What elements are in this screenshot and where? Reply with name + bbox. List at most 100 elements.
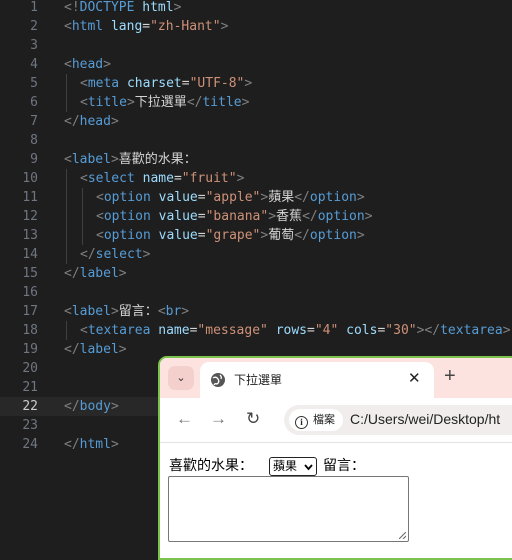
tab-active[interactable]: 下拉選單 ✕ (200, 362, 434, 398)
globe-icon (211, 373, 225, 387)
indent-guide (66, 321, 67, 340)
code-token: charset (126, 76, 182, 91)
code-token: < (80, 323, 88, 338)
code-text: <!DOCTYPE html> (64, 0, 181, 17)
code-line[interactable]: 6 <title>下拉選單</title> (0, 93, 512, 112)
reload-icon[interactable]: ↻ (246, 409, 260, 429)
code-token: > (110, 152, 119, 167)
url-text[interactable]: C:/Users/wei/Desktop/ht (350, 411, 500, 427)
code-token: option (103, 209, 151, 224)
code-token: name (142, 171, 174, 186)
code-token: html (79, 437, 111, 452)
line-number: 24 (22, 437, 38, 452)
code-line[interactable]: 5 <meta charset="UTF-8"> (0, 74, 512, 93)
indent-guide (66, 245, 67, 264)
code-line[interactable]: 9 <label>喜歡的水果： (0, 150, 512, 169)
resize-handle-icon[interactable] (399, 532, 406, 539)
code-token: "zh-Hant" (150, 19, 221, 34)
code-token: 留言： (118, 304, 158, 319)
line-number: 11 (22, 190, 38, 205)
code-token: < (64, 304, 72, 319)
code-text: <option value="banana">香蕉</option> (96, 207, 373, 226)
code-token: > (173, 0, 182, 15)
forward-icon[interactable]: → (210, 409, 227, 429)
code-token: name (158, 323, 190, 338)
message-textarea[interactable] (168, 476, 409, 542)
code-text: <option value="apple">蘋果</option> (96, 188, 365, 207)
code-token: meta (87, 76, 120, 91)
code-token: > (110, 114, 119, 129)
code-token: > (103, 57, 111, 72)
code-token: < (64, 152, 72, 167)
address-bar[interactable]: i 檔案 C:/Users/wei/Desktop/ht (284, 405, 512, 435)
line-number: 17 (22, 304, 38, 319)
code-line[interactable]: 17 <label>留言：<br> (0, 302, 512, 321)
code-token: value (158, 209, 198, 224)
code-token: > (236, 171, 245, 186)
code-text: </head> (64, 112, 119, 131)
line-number: 23 (22, 418, 38, 433)
line-number: 14 (22, 247, 38, 262)
code-line[interactable]: 15 </label> (0, 264, 512, 283)
code-token: = (173, 171, 182, 186)
code-token: ></ (416, 323, 441, 338)
code-line[interactable]: 16 (0, 283, 512, 302)
message-label: 留言： (323, 458, 365, 474)
line-number: 13 (22, 228, 38, 243)
code-token: 蘋果 (268, 190, 295, 205)
code-token: > (118, 266, 127, 281)
code-line[interactable]: 13 <option value="grape">葡萄</option> (0, 226, 512, 245)
code-line[interactable]: 12 <option value="banana">香蕉</option> (0, 207, 512, 226)
line-number: 18 (22, 323, 38, 338)
code-token: label (71, 152, 111, 167)
indent-guide (66, 169, 67, 188)
code-line[interactable]: 1 <!DOCTYPE html> (0, 0, 512, 17)
code-line[interactable]: 4 <head> (0, 55, 512, 74)
code-line[interactable]: 2 <html lang="zh-Hant"> (0, 17, 512, 36)
code-line[interactable]: 14 </select> (0, 245, 512, 264)
back-icon[interactable]: ← (176, 409, 193, 429)
code-token: < (96, 190, 104, 205)
code-token: </ (64, 437, 80, 452)
code-token: 香蕉 (276, 209, 303, 224)
code-token: "UTF-8" (189, 76, 245, 91)
site-info-chip[interactable]: i 檔案 (289, 409, 343, 431)
code-line[interactable]: 11 <option value="apple">蘋果</option> (0, 188, 512, 207)
code-token: > (110, 399, 119, 414)
indent-guide (66, 74, 67, 93)
code-text: </label> (64, 264, 127, 283)
code-token: > (364, 209, 373, 224)
line-number: 16 (22, 285, 38, 300)
code-token: "4" (314, 323, 339, 338)
code-token: </ (294, 190, 310, 205)
code-line[interactable]: 7 </head> (0, 112, 512, 131)
indent-guide (82, 188, 83, 207)
code-token: value (158, 190, 198, 205)
line-number: 9 (30, 152, 38, 167)
new-tab-button[interactable]: + (444, 365, 456, 388)
code-text: <title>下拉選單</title> (80, 93, 249, 112)
code-line[interactable]: 18 <textarea name="message" rows="4" cols… (0, 321, 512, 340)
code-text: </label> (64, 340, 127, 359)
code-line[interactable]: 10 <select name="fruit"> (0, 169, 512, 188)
code-token: < (80, 95, 88, 110)
code-line[interactable]: 3 (0, 36, 512, 55)
code-token: "fruit" (181, 171, 237, 186)
line-number: 12 (22, 209, 38, 224)
site-info-label: 檔案 (313, 413, 335, 426)
line-number: 22 (22, 399, 38, 414)
code-text: <label>留言：<br> (64, 302, 189, 321)
tab-search-button[interactable]: ⌄ (168, 366, 194, 390)
close-tab-icon[interactable]: ✕ (408, 369, 421, 387)
code-token: lang (110, 19, 143, 34)
code-token: > (241, 95, 250, 110)
code-line[interactable]: 8 (0, 131, 512, 150)
code-text: </select> (80, 245, 150, 264)
fruit-select[interactable]: 蘋果 (269, 457, 317, 476)
code-token: cols (346, 323, 378, 338)
